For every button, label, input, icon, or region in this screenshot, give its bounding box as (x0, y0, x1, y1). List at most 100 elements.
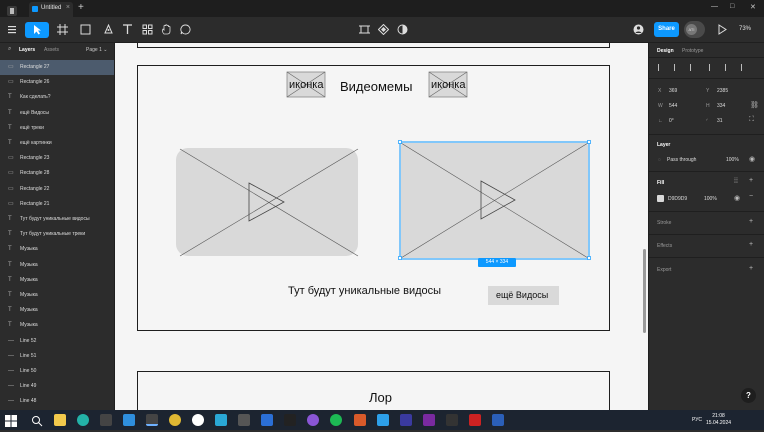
x-input[interactable]: 369 (669, 88, 677, 94)
vscode-icon[interactable] (123, 414, 135, 426)
after-effects-icon[interactable] (400, 414, 412, 426)
input-language[interactable]: РУС (692, 417, 702, 423)
app-icon[interactable] (446, 414, 458, 426)
discord-icon[interactable] (307, 414, 319, 426)
layer-row[interactable]: T Музыка (0, 288, 114, 303)
shape-tool-button[interactable] (77, 22, 93, 38)
layer-row[interactable]: T Музыка (0, 273, 114, 288)
fill-styles-icon[interactable]: ⁞⁞ (734, 178, 738, 185)
figma-taskbar-icon[interactable] (146, 414, 158, 426)
word-icon[interactable] (492, 414, 504, 426)
photoshop-icon[interactable] (377, 414, 389, 426)
minimize-button[interactable]: — (711, 3, 718, 10)
design-canvas[interactable]: иконка Видеомемы иконка 544 × 334 Тут бу… (115, 43, 648, 410)
remove-fill-icon[interactable]: − (749, 193, 753, 200)
lore-frame[interactable]: Лор (137, 371, 610, 410)
file-explorer-icon[interactable] (54, 414, 66, 426)
more-videos-button[interactable]: ещё Видосы (496, 290, 548, 300)
layer-row[interactable]: T Музыка (0, 242, 114, 257)
layer-row[interactable]: — Line 50 (0, 364, 114, 379)
tab-layers[interactable]: Layers (19, 47, 35, 53)
layer-row[interactable]: ▭ Rectangle 23 (0, 151, 114, 166)
fill-swatch[interactable] (657, 195, 664, 202)
layer-row[interactable]: ▭ Rectangle 28 (0, 166, 114, 181)
layer-row[interactable]: T Музыка (0, 318, 114, 333)
canvas-scrollbar[interactable] (643, 249, 646, 333)
steam-icon[interactable] (284, 414, 296, 426)
layer-row[interactable]: T Тут будут уникальные видосы (0, 212, 114, 227)
align-left-icon[interactable] (658, 64, 665, 71)
fill-visibility-eye-icon[interactable]: ◉ (734, 194, 740, 202)
new-tab-button[interactable]: + (78, 2, 84, 13)
chrome-icon[interactable] (169, 414, 181, 426)
pen-tool-button[interactable] (100, 22, 116, 38)
video-placeholder-left[interactable] (176, 148, 359, 257)
app-icon[interactable] (238, 414, 250, 426)
maximize-button[interactable]: □ (730, 3, 734, 10)
add-fill-icon[interactable]: + (749, 177, 753, 184)
tab-assets[interactable]: Assets (44, 47, 59, 53)
present-play-icon[interactable] (714, 22, 730, 38)
fill-hex-input[interactable]: D9D9D9 (668, 196, 687, 202)
layer-row[interactable]: Tещё треки (0, 121, 114, 136)
layer-opacity-input[interactable]: 100% (726, 157, 739, 163)
windows-start-icon[interactable] (5, 414, 17, 427)
resources-tool-button[interactable] (139, 22, 155, 38)
mask-icon[interactable] (394, 22, 410, 38)
share-button[interactable]: Share (654, 22, 679, 37)
align-bottom-icon[interactable] (741, 64, 748, 71)
search-icon[interactable] (31, 414, 43, 427)
close-window-button[interactable]: ✕ (750, 3, 756, 11)
align-top-icon[interactable] (709, 64, 716, 71)
layer-row[interactable]: Tещё Видосы (0, 106, 114, 121)
layer-row[interactable]: T Как сделать? (0, 90, 114, 105)
layer-row[interactable]: — Line 51 (0, 349, 114, 364)
layer-row[interactable]: ▭ Rectangle 22 (0, 182, 114, 197)
zoom-level[interactable]: 73% (739, 26, 751, 32)
layer-row[interactable]: — Line 49 (0, 379, 114, 394)
add-effect-icon[interactable]: + (749, 241, 753, 248)
align-center-h-icon[interactable] (674, 64, 681, 71)
layer-row[interactable]: T Тут будут уникальные треки (0, 227, 114, 242)
align-center-v-icon[interactable] (725, 64, 732, 71)
app-icon[interactable] (77, 414, 89, 426)
video-placeholder-right[interactable] (398, 140, 591, 260)
constrain-proportions-icon[interactable]: ⛓ (750, 101, 759, 109)
add-export-icon[interactable]: + (749, 265, 753, 272)
component-icon[interactable] (375, 22, 391, 38)
premiere-icon[interactable] (423, 414, 435, 426)
vk-icon[interactable] (261, 414, 273, 426)
multiplayer-icon[interactable] (628, 22, 648, 38)
main-menu-icon[interactable] (5, 22, 21, 38)
close-tab-icon[interactable]: × (66, 4, 70, 11)
layer-row[interactable]: Tещё картинки (0, 136, 114, 151)
app-icon[interactable] (330, 414, 342, 426)
add-stroke-icon[interactable]: + (749, 218, 753, 225)
figma-home-icon[interactable] (7, 3, 19, 16)
layer-row[interactable]: ▭ Rectangle 26 (0, 75, 114, 90)
layer-row[interactable]: T Музыка (0, 303, 114, 318)
videomemes-frame[interactable]: иконка Видеомемы иконка 544 × 334 Тут бу… (137, 65, 610, 331)
layer-row[interactable]: T Музыка (0, 258, 114, 273)
layer-row[interactable]: ▭ Rectangle 27 (0, 60, 114, 75)
yandex-browser-icon[interactable] (192, 414, 204, 426)
hand-tool-button[interactable] (158, 22, 174, 38)
app-icon[interactable] (469, 414, 481, 426)
terminal-icon[interactable] (100, 414, 112, 426)
layer-row[interactable]: — Line 52 (0, 334, 114, 349)
illustrator-icon[interactable] (354, 414, 366, 426)
text-tool-button[interactable] (119, 22, 135, 38)
fill-opacity-input[interactable]: 100% (704, 196, 717, 202)
align-right-icon[interactable] (690, 64, 697, 71)
frame-tool-button[interactable] (54, 22, 70, 38)
layer-row[interactable]: — Line 48 (0, 394, 114, 409)
file-tab[interactable]: Untitled × (29, 2, 73, 17)
height-input[interactable]: 334 (717, 103, 725, 109)
tab-prototype[interactable]: Prototype (682, 48, 703, 54)
page-selector[interactable]: Page 1 ⌄ (86, 47, 107, 53)
tab-design[interactable]: Design (657, 48, 674, 54)
crop-icon[interactable] (356, 22, 372, 38)
upper-frame[interactable] (137, 43, 610, 48)
telegram-icon[interactable] (215, 414, 227, 426)
corner-radius-input[interactable]: 31 (717, 118, 723, 124)
